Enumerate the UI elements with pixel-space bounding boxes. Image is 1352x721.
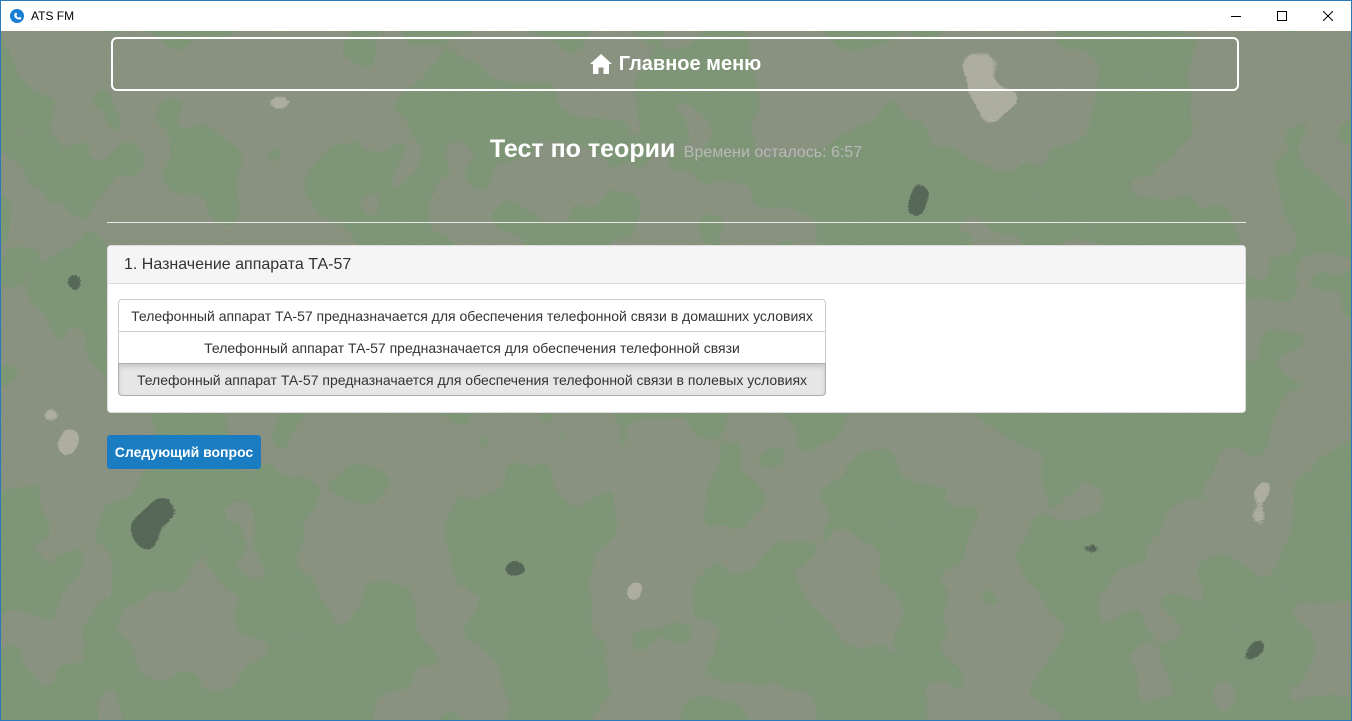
maximize-button[interactable]	[1259, 1, 1305, 31]
app-window: ATS FM Главное меню Тест по теории Време…	[0, 0, 1352, 721]
next-question-button[interactable]: Следующий вопрос	[107, 435, 261, 469]
phone-icon	[10, 9, 24, 23]
answer-option[interactable]: Телефонный аппарат ТА-57 предназначается…	[118, 299, 826, 332]
answer-list: Телефонный аппарат ТА-57 предназначается…	[118, 299, 826, 396]
question-text: 1. Назначение аппарата ТА-57	[108, 246, 1245, 284]
minimize-button[interactable]	[1213, 1, 1259, 31]
answer-option[interactable]: Телефонный аппарат ТА-57 предназначается…	[118, 331, 826, 364]
page-title: Тест по теории	[489, 135, 676, 163]
window-title: ATS FM	[31, 9, 75, 23]
title-bar: ATS FM	[1, 1, 1351, 31]
minimize-icon	[1231, 16, 1241, 17]
main-content: Главное меню Тест по теории Времени оста…	[1, 31, 1351, 720]
main-menu-label: Главное меню	[618, 52, 762, 75]
page-heading: Тест по теории Времени осталось: 6:57	[1, 135, 1351, 164]
close-button[interactable]	[1305, 1, 1351, 31]
home-icon	[589, 53, 613, 75]
time-remaining: Времени осталось: 6:57	[683, 144, 863, 161]
divider	[107, 222, 1246, 223]
answer-option-selected[interactable]: Телефонный аппарат ТА-57 предназначается…	[118, 363, 826, 396]
question-panel: 1. Назначение аппарата ТА-57 Телефонный …	[107, 245, 1246, 413]
close-icon	[1323, 11, 1333, 21]
main-menu-button[interactable]: Главное меню	[111, 37, 1239, 91]
maximize-icon	[1277, 11, 1287, 21]
